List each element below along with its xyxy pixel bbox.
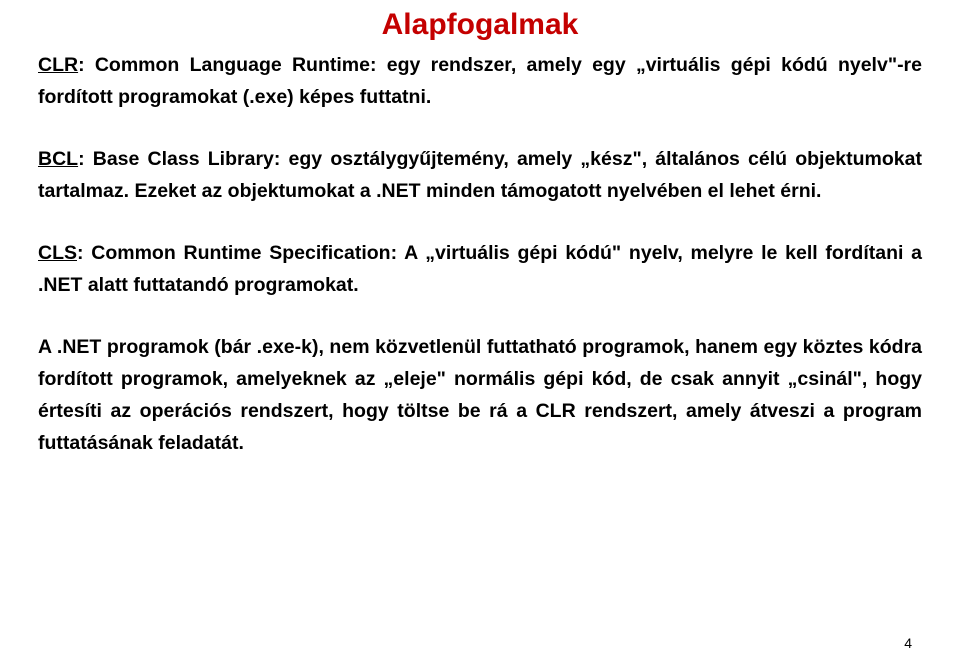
paragraph-net: A .NET programok (bár .exe-k), nem közve… <box>38 332 922 460</box>
text-clr: : Common Language Runtime: egy rendszer,… <box>38 54 922 108</box>
text-cls: : Common Runtime Specification: A „virtu… <box>38 242 922 296</box>
paragraph-clr: CLR: Common Language Runtime: egy rendsz… <box>38 50 922 114</box>
term-bcl: BCL <box>38 148 78 170</box>
paragraph-cls: CLS: Common Runtime Specification: A „vi… <box>38 238 922 302</box>
text-net: A .NET programok (bár .exe-k), nem közve… <box>38 336 922 454</box>
term-cls: CLS <box>38 242 77 264</box>
paragraph-bcl: BCL: Base Class Library: egy osztálygyűj… <box>38 144 922 208</box>
page-title: Alapfogalmak <box>38 8 922 42</box>
page-number: 4 <box>904 635 912 651</box>
term-clr: CLR <box>38 54 78 76</box>
text-bcl: : Base Class Library: egy osztálygyűjtem… <box>38 148 922 202</box>
